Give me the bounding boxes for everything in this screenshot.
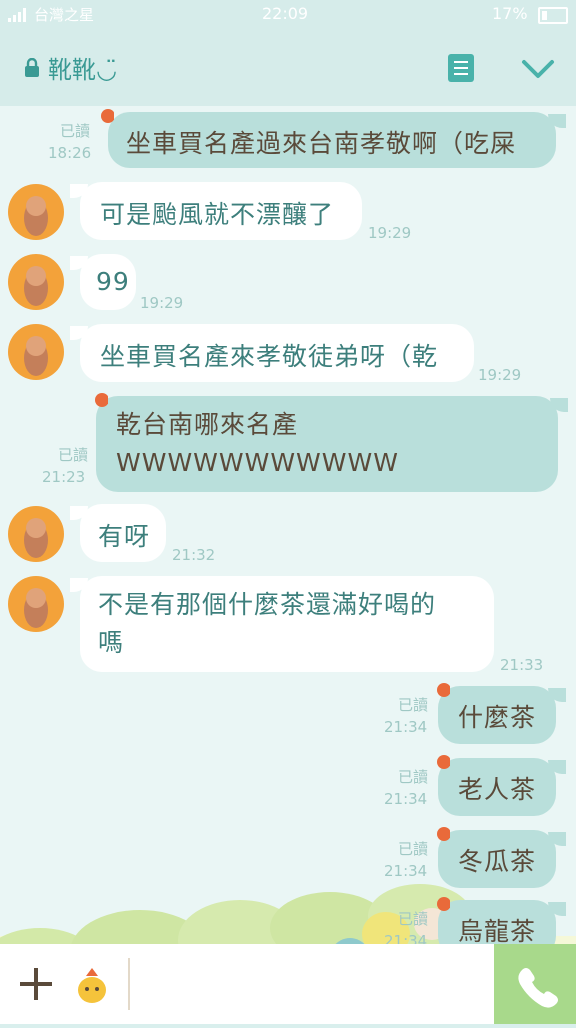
- avatar[interactable]: [8, 506, 64, 562]
- outgoing-message[interactable]: 乾台南哪來名產 WWWWWWWWWWW: [96, 396, 568, 492]
- read-receipt: 已讀: [397, 768, 428, 786]
- outgoing-message[interactable]: 什麼茶: [438, 686, 566, 744]
- message-text-line: 嗎: [98, 628, 125, 657]
- phone-icon: [518, 968, 558, 1008]
- chat-area[interactable]: 已讀 18:26 坐車買名產過來台南孝敬啊（吃屎 可是颱風就不漂釀了 19:29…: [0, 106, 576, 944]
- chat-title: 靴靴◡̈: [48, 56, 117, 84]
- deer-avatar-icon: [24, 518, 48, 558]
- chevron-down-icon[interactable]: [520, 56, 556, 80]
- incoming-message[interactable]: 有呀: [70, 504, 166, 562]
- message-time: 21:34: [384, 932, 428, 944]
- message-text: 可是颱風就不漂釀了: [100, 200, 335, 229]
- read-receipt: 已讀: [397, 696, 428, 714]
- message-time: 19:29: [140, 294, 184, 312]
- lock-icon: [25, 58, 39, 77]
- bell-sticker-icon: [437, 755, 450, 769]
- avatar[interactable]: [8, 254, 64, 310]
- message-time: 21:34: [384, 790, 428, 808]
- message-time: 19:29: [368, 224, 412, 242]
- read-receipt: 已讀: [397, 840, 428, 858]
- incoming-message[interactable]: 可是颱風就不漂釀了: [70, 182, 362, 240]
- outgoing-message[interactable]: 老人茶: [438, 758, 566, 816]
- outgoing-message[interactable]: 烏龍茶: [438, 900, 566, 944]
- incoming-message[interactable]: 不是有那個什麼茶還滿好喝的 嗎: [70, 576, 494, 672]
- chat-header: 靴靴◡̈: [0, 28, 576, 106]
- message-time: 18:26: [48, 144, 92, 162]
- avatar[interactable]: [8, 184, 64, 240]
- bell-sticker-icon: [95, 393, 108, 407]
- message-text-line: WWWWWWWWWWW: [116, 448, 399, 477]
- deer-avatar-icon: [24, 196, 48, 236]
- incoming-message[interactable]: 坐車買名產來孝敬徒弟呀（乾: [70, 324, 474, 382]
- read-receipt: 已讀: [57, 446, 88, 464]
- message-text-line: 不是有那個什麼茶還滿好喝的: [98, 590, 437, 619]
- incoming-message[interactable]: 99: [70, 254, 136, 310]
- sticker-icon[interactable]: [72, 964, 112, 1006]
- message-text-line: 乾台南哪來名產: [116, 410, 299, 439]
- message-text: 什麼茶: [458, 703, 537, 732]
- deer-avatar-icon: [24, 336, 48, 376]
- message-time: 19:29: [478, 366, 522, 384]
- message-text: 烏龍茶: [458, 917, 537, 944]
- bell-sticker-icon: [437, 827, 450, 841]
- message-text: 坐車買名產過來台南孝敬啊（吃屎: [126, 129, 517, 158]
- battery-icon: [538, 7, 568, 24]
- status-bar: 台灣之星 22:09 17%: [0, 0, 576, 28]
- signal-icon: [8, 8, 26, 22]
- avatar[interactable]: [8, 324, 64, 380]
- message-text: 有呀: [98, 522, 151, 551]
- read-receipt: 已讀: [59, 122, 90, 140]
- outgoing-message[interactable]: 冬瓜茶: [438, 830, 566, 888]
- message-text: 老人茶: [458, 775, 537, 804]
- plus-icon[interactable]: [18, 966, 54, 1002]
- input-bar: [0, 944, 576, 1024]
- divider: [128, 958, 130, 1010]
- bell-sticker-icon: [437, 897, 450, 911]
- message-time: 21:34: [384, 718, 428, 736]
- message-time: 21:23: [42, 468, 86, 486]
- outgoing-message[interactable]: 坐車買名產過來台南孝敬啊（吃屎: [108, 112, 566, 168]
- menu-icon[interactable]: [448, 54, 474, 82]
- call-button[interactable]: [494, 944, 576, 1024]
- read-receipt: 已讀: [397, 910, 428, 928]
- message-text: 99: [96, 267, 130, 296]
- deer-avatar-icon: [24, 588, 48, 628]
- message-text: 冬瓜茶: [458, 847, 537, 876]
- deer-avatar-icon: [24, 266, 48, 306]
- avatar[interactable]: [8, 576, 64, 632]
- message-time: 21:32: [172, 546, 216, 564]
- message-text: 坐車買名產來孝敬徒弟呀（乾: [100, 342, 439, 371]
- battery-percent: 17%: [492, 4, 528, 23]
- bell-sticker-icon: [101, 109, 114, 123]
- clock: 22:09: [262, 4, 309, 23]
- message-time: 21:34: [384, 862, 428, 880]
- bell-sticker-icon: [437, 683, 450, 697]
- message-time: 21:33: [500, 656, 544, 674]
- carrier-name: 台灣之星: [34, 6, 95, 24]
